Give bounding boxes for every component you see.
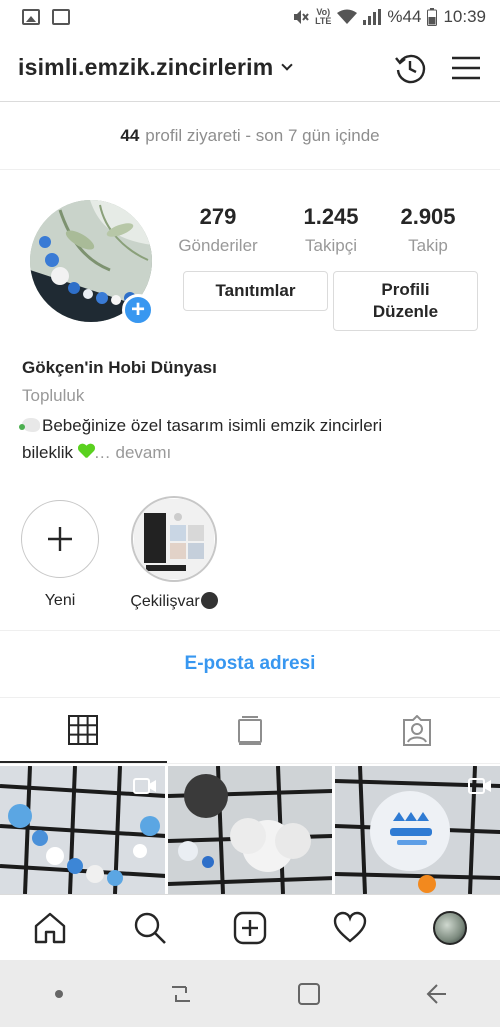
- email-contact-button[interactable]: E-posta adresi: [0, 630, 500, 698]
- nav-activity[interactable]: [325, 903, 375, 953]
- visits-count: 44: [120, 125, 140, 145]
- plus-icon: [48, 527, 72, 551]
- history-icon[interactable]: [392, 50, 428, 86]
- highlight-cekilis[interactable]: Çekilişvar: [126, 496, 222, 611]
- followers-label: Takipçi: [305, 236, 357, 255]
- post-thumbnail[interactable]: [335, 766, 500, 894]
- battery-level: %44: [387, 7, 422, 26]
- bio-text: Bebeğinize özel tasarım isimli emzik zin…: [19, 412, 482, 466]
- username-title[interactable]: isimli.emzik.zincirlerim: [18, 54, 273, 81]
- image-notification-icon: [52, 9, 70, 25]
- profile-bio: Gökçen'in Hobi Dünyası Topluluk Bebeğini…: [19, 358, 482, 466]
- add-story-badge[interactable]: +: [122, 294, 154, 326]
- volte-bottom-text: LTE: [315, 16, 332, 26]
- chevron-down-icon[interactable]: [281, 58, 294, 71]
- profile-avatar-small: [433, 910, 467, 945]
- back-icon[interactable]: [423, 981, 449, 1007]
- tv-icon: [238, 715, 262, 745]
- new-highlight-circle[interactable]: [21, 500, 99, 578]
- following-count: 2.905: [400, 204, 456, 229]
- home-icon: [34, 912, 66, 943]
- visits-text: profil ziyareti - son 7 gün içinde: [145, 125, 380, 145]
- following-stat[interactable]: 2.905 Takip: [378, 204, 478, 256]
- green-heart-emoji-icon: [78, 444, 94, 460]
- post-thumbnail[interactable]: [167, 766, 333, 894]
- home-button-icon[interactable]: [296, 981, 322, 1007]
- edit-profile-label-line1: Profili: [381, 280, 430, 299]
- search-icon: [134, 912, 166, 944]
- profile-name: Gökçen'in Hobi Dünyası: [22, 358, 217, 377]
- nav-search[interactable]: [125, 903, 175, 953]
- wifi-icon: [337, 9, 358, 24]
- add-post-icon: [233, 911, 267, 944]
- video-icon: [468, 778, 492, 794]
- profile-header: isimli.emzik.zincirlerim: [0, 34, 500, 102]
- highlight-label-cekilis: Çekilişvar: [126, 592, 222, 611]
- face-emoji-icon: [200, 592, 218, 609]
- bio-line-1: Bebeğinize özel tasarım isimli emzik zin…: [42, 416, 383, 435]
- dove-emoji-icon: [19, 418, 40, 432]
- signal-icon: [363, 9, 382, 25]
- posts-count: 279: [199, 204, 237, 229]
- highlight-cover-image: [134, 499, 214, 579]
- clock: 10:39: [443, 7, 486, 26]
- menu-icon[interactable]: [450, 54, 482, 82]
- tagged-icon: [402, 714, 431, 746]
- post-thumbnail[interactable]: [0, 766, 165, 894]
- video-icon: [132, 778, 156, 794]
- grid-icon: [68, 714, 99, 745]
- highlight-cekilis-text: Çekilişvar: [130, 593, 200, 610]
- heart-icon: [333, 911, 367, 943]
- gallery-notification-icon: [22, 9, 40, 25]
- nav-add-post[interactable]: [225, 903, 275, 953]
- profile-tabs: [0, 698, 500, 764]
- mute-icon: [294, 10, 309, 24]
- profile-visits-insight[interactable]: 44 profil ziyareti - son 7 gün içinde: [0, 102, 500, 170]
- bio-more-link[interactable]: … devamı: [94, 443, 171, 462]
- dot-icon[interactable]: [51, 986, 67, 1002]
- nav-home[interactable]: [25, 903, 75, 953]
- followers-stat[interactable]: 1.245 Takipçi: [281, 204, 381, 256]
- posts-stat[interactable]: 279 Gönderiler: [168, 204, 268, 256]
- edit-profile-button[interactable]: Profili Düzenle: [333, 271, 478, 331]
- highlight-label-new: Yeni: [44, 592, 76, 609]
- promotions-button[interactable]: Tanıtımlar: [183, 271, 328, 311]
- posts-label: Gönderiler: [178, 236, 258, 255]
- bottom-navigation: [0, 894, 500, 960]
- posts-grid: [0, 766, 500, 894]
- tab-tagged[interactable]: [333, 698, 500, 763]
- highlight-new[interactable]: Yeni: [12, 500, 108, 610]
- volte-indicator: Vo) LTE: [315, 8, 331, 26]
- profile-category: Topluluk: [22, 386, 85, 405]
- nav-profile[interactable]: [425, 903, 475, 953]
- battery-icon: [427, 8, 438, 26]
- tab-grid[interactable]: [0, 698, 167, 763]
- tab-igtv[interactable]: [167, 698, 334, 763]
- cekilis-highlight-cover[interactable]: [131, 496, 217, 582]
- system-navigation-bar: [0, 960, 500, 1027]
- status-bar: Vo) LTE %44 10:39: [0, 0, 500, 34]
- followers-count: 1.245: [303, 204, 359, 229]
- recent-apps-icon[interactable]: [168, 981, 194, 1007]
- following-label: Takip: [408, 236, 448, 255]
- post-image: [167, 766, 333, 894]
- edit-profile-label-line2: Düzenle: [372, 302, 439, 321]
- bio-line-2: bileklik: [22, 443, 74, 462]
